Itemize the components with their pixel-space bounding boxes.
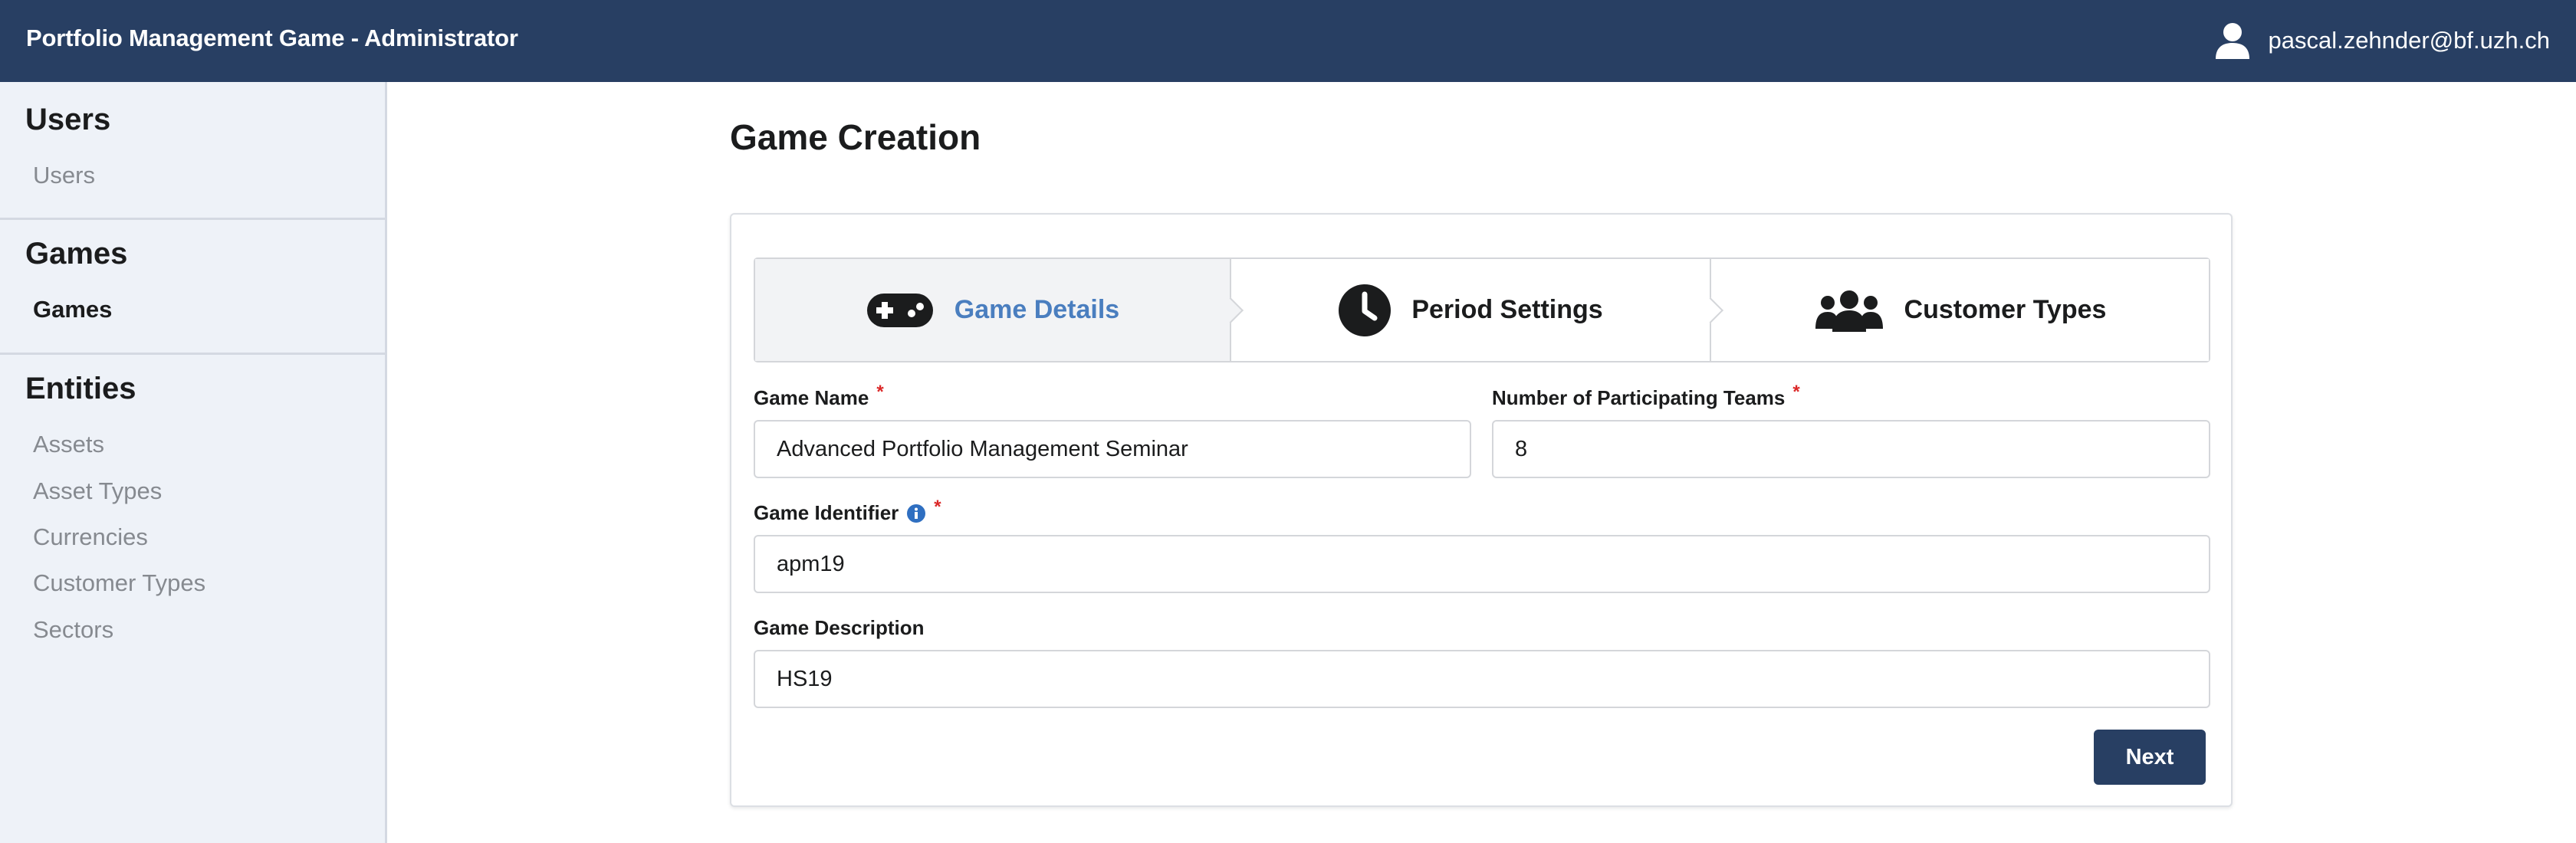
step-period-settings[interactable]: Period Settings xyxy=(1230,259,1723,361)
game-name-label-text: Game Name xyxy=(754,386,869,409)
sidebar-header-entities: Entities xyxy=(25,372,136,405)
user-menu[interactable]: pascal.zehnder@bf.uzh.ch xyxy=(2213,18,2550,63)
sidebar-header-games: Games xyxy=(25,237,128,271)
game-description-label-text: Game Description xyxy=(754,616,925,639)
game-name-label: Game Name * xyxy=(754,382,884,410)
sidebar: Users Users Games Games Entities Assets … xyxy=(0,82,387,843)
game-identifier-input[interactable]: apm19 xyxy=(754,535,2210,593)
sidebar-item-currencies[interactable]: Currencies xyxy=(33,523,148,551)
step-customer-types[interactable]: Customer Types xyxy=(1710,259,2209,361)
user-email: pascal.zehnder@bf.uzh.ch xyxy=(2268,27,2550,54)
game-identifier-label-text: Game Identifier xyxy=(754,501,899,524)
page-title: Game Creation xyxy=(730,117,981,157)
sidebar-section-users: Users Users xyxy=(0,82,385,220)
top-bar: Portfolio Management Game - Administrato… xyxy=(0,0,2576,82)
teams-input[interactable]: 8 xyxy=(1492,420,2210,478)
info-icon[interactable] xyxy=(906,504,926,523)
clock-icon xyxy=(1339,284,1392,336)
sidebar-item-sectors[interactable]: Sectors xyxy=(33,616,113,644)
app-title: Portfolio Management Game - Administrato… xyxy=(26,25,518,51)
sidebar-section-entities: Entities Assets Asset Types Currencies C… xyxy=(0,355,385,784)
users-icon xyxy=(1815,290,1883,332)
step-game-details[interactable]: Game Details xyxy=(755,259,1244,361)
teams-label: Number of Participating Teams * xyxy=(1492,382,1800,410)
gamepad-icon xyxy=(866,293,933,327)
sidebar-header-users: Users xyxy=(25,103,111,136)
game-identifier-label: Game Identifier * xyxy=(754,497,941,525)
required-marker: * xyxy=(1792,381,1800,402)
required-marker: * xyxy=(876,381,884,402)
user-icon xyxy=(2216,23,2250,59)
sidebar-item-asset-types[interactable]: Asset Types xyxy=(33,477,162,505)
sidebar-item-users[interactable]: Users xyxy=(33,162,95,189)
next-button[interactable]: Next xyxy=(2094,730,2206,785)
sidebar-section-games: Games Games xyxy=(0,220,385,355)
game-creation-card: Game Details Period Settings Customer Ty… xyxy=(730,213,2233,807)
step-label-game-details: Game Details xyxy=(954,295,1120,324)
required-marker: * xyxy=(934,496,941,517)
teams-label-text: Number of Participating Teams xyxy=(1492,386,1786,409)
sidebar-item-games[interactable]: Games xyxy=(33,296,112,323)
sidebar-item-customer-types[interactable]: Customer Types xyxy=(33,569,205,597)
game-description-label: Game Description xyxy=(754,616,925,640)
game-name-input[interactable]: Advanced Portfolio Management Seminar xyxy=(754,420,1471,478)
step-label-customer-types: Customer Types xyxy=(1904,295,2107,324)
step-label-period-settings: Period Settings xyxy=(1411,295,1603,324)
sidebar-item-assets[interactable]: Assets xyxy=(33,431,104,458)
game-description-input[interactable]: HS19 xyxy=(754,650,2210,708)
step-indicator: Game Details Period Settings Customer Ty… xyxy=(754,257,2210,362)
